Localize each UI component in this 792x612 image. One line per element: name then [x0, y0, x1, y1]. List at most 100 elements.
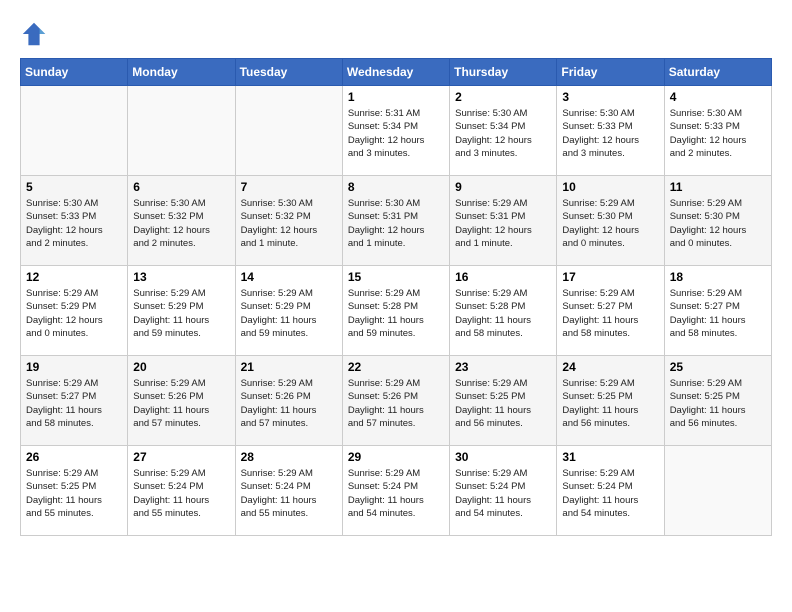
calendar-cell: 5 Sunrise: 5:30 AM Sunset: 5:33 PM Daylig…: [21, 176, 128, 266]
day-number: 22: [348, 360, 444, 374]
day-info: Sunrise: 5:29 AM Sunset: 5:25 PM Dayligh…: [26, 467, 122, 520]
day-number: 28: [241, 450, 337, 464]
day-info: Sunrise: 5:30 AM Sunset: 5:33 PM Dayligh…: [670, 107, 766, 160]
calendar-cell: 7 Sunrise: 5:30 AM Sunset: 5:32 PM Daylig…: [235, 176, 342, 266]
calendar-cell: [235, 86, 342, 176]
day-info: Sunrise: 5:29 AM Sunset: 5:25 PM Dayligh…: [670, 377, 766, 430]
calendar-cell: [21, 86, 128, 176]
day-info: Sunrise: 5:29 AM Sunset: 5:28 PM Dayligh…: [348, 287, 444, 340]
calendar-cell: 13 Sunrise: 5:29 AM Sunset: 5:29 PM Dayli…: [128, 266, 235, 356]
day-number: 8: [348, 180, 444, 194]
week-row-4: 19 Sunrise: 5:29 AM Sunset: 5:27 PM Dayli…: [21, 356, 772, 446]
calendar-table: SundayMondayTuesdayWednesdayThursdayFrid…: [20, 58, 772, 536]
calendar-cell: 19 Sunrise: 5:29 AM Sunset: 5:27 PM Dayli…: [21, 356, 128, 446]
day-number: 20: [133, 360, 229, 374]
day-number: 10: [562, 180, 658, 194]
calendar-cell: 15Sunrise: 5:29 AM Sunset: 5:28 PM Dayli…: [342, 266, 449, 356]
day-number: 17: [562, 270, 658, 284]
day-info: Sunrise: 5:29 AM Sunset: 5:30 PM Dayligh…: [562, 197, 658, 250]
day-info: Sunrise: 5:29 AM Sunset: 5:27 PM Dayligh…: [670, 287, 766, 340]
day-number: 19: [26, 360, 122, 374]
day-info: Sunrise: 5:30 AM Sunset: 5:33 PM Dayligh…: [562, 107, 658, 160]
weekday-header-wednesday: Wednesday: [342, 59, 449, 86]
day-number: 9: [455, 180, 551, 194]
day-number: 11: [670, 180, 766, 194]
calendar-cell: 1 Sunrise: 5:31 AM Sunset: 5:34 PM Daylig…: [342, 86, 449, 176]
calendar-cell: 31 Sunrise: 5:29 AM Sunset: 5:24 PM Dayli…: [557, 446, 664, 536]
day-info: Sunrise: 5:30 AM Sunset: 5:31 PM Dayligh…: [348, 197, 444, 250]
weekday-header-tuesday: Tuesday: [235, 59, 342, 86]
day-info: Sunrise: 5:29 AM Sunset: 5:25 PM Dayligh…: [455, 377, 551, 430]
weekday-header-friday: Friday: [557, 59, 664, 86]
day-info: Sunrise: 5:29 AM Sunset: 5:24 PM Dayligh…: [348, 467, 444, 520]
calendar-cell: 4 Sunrise: 5:30 AM Sunset: 5:33 PM Daylig…: [664, 86, 771, 176]
day-number: 4: [670, 90, 766, 104]
day-info: Sunrise: 5:29 AM Sunset: 5:24 PM Dayligh…: [455, 467, 551, 520]
calendar-cell: 3Sunrise: 5:30 AM Sunset: 5:33 PM Daylig…: [557, 86, 664, 176]
day-info: Sunrise: 5:29 AM Sunset: 5:29 PM Dayligh…: [241, 287, 337, 340]
day-number: 7: [241, 180, 337, 194]
day-info: Sunrise: 5:29 AM Sunset: 5:31 PM Dayligh…: [455, 197, 551, 250]
calendar-cell: 30 Sunrise: 5:29 AM Sunset: 5:24 PM Dayli…: [450, 446, 557, 536]
calendar-cell: 16Sunrise: 5:29 AM Sunset: 5:28 PM Dayli…: [450, 266, 557, 356]
day-number: 12: [26, 270, 122, 284]
day-number: 21: [241, 360, 337, 374]
day-info: Sunrise: 5:29 AM Sunset: 5:28 PM Dayligh…: [455, 287, 551, 340]
calendar-cell: 27 Sunrise: 5:29 AM Sunset: 5:24 PM Dayli…: [128, 446, 235, 536]
logo: [20, 20, 52, 48]
day-number: 27: [133, 450, 229, 464]
calendar-cell: 9 Sunrise: 5:29 AM Sunset: 5:31 PM Daylig…: [450, 176, 557, 266]
week-row-3: 12 Sunrise: 5:29 AM Sunset: 5:29 PM Dayli…: [21, 266, 772, 356]
day-info: Sunrise: 5:29 AM Sunset: 5:26 PM Dayligh…: [241, 377, 337, 430]
day-number: 14: [241, 270, 337, 284]
day-info: Sunrise: 5:29 AM Sunset: 5:24 PM Dayligh…: [133, 467, 229, 520]
weekday-header-saturday: Saturday: [664, 59, 771, 86]
day-info: Sunrise: 5:29 AM Sunset: 5:29 PM Dayligh…: [26, 287, 122, 340]
day-info: Sunrise: 5:30 AM Sunset: 5:32 PM Dayligh…: [241, 197, 337, 250]
day-number: 1: [348, 90, 444, 104]
calendar-cell: 8 Sunrise: 5:30 AM Sunset: 5:31 PM Daylig…: [342, 176, 449, 266]
calendar-cell: 26 Sunrise: 5:29 AM Sunset: 5:25 PM Dayli…: [21, 446, 128, 536]
day-info: Sunrise: 5:29 AM Sunset: 5:24 PM Dayligh…: [241, 467, 337, 520]
day-info: Sunrise: 5:29 AM Sunset: 5:27 PM Dayligh…: [562, 287, 658, 340]
day-number: 5: [26, 180, 122, 194]
weekday-header-monday: Monday: [128, 59, 235, 86]
day-number: 2: [455, 90, 551, 104]
calendar-cell: 14 Sunrise: 5:29 AM Sunset: 5:29 PM Dayli…: [235, 266, 342, 356]
calendar-cell: 28 Sunrise: 5:29 AM Sunset: 5:24 PM Dayli…: [235, 446, 342, 536]
day-info: Sunrise: 5:30 AM Sunset: 5:34 PM Dayligh…: [455, 107, 551, 160]
day-info: Sunrise: 5:31 AM Sunset: 5:34 PM Dayligh…: [348, 107, 444, 160]
day-number: 23: [455, 360, 551, 374]
day-number: 31: [562, 450, 658, 464]
day-number: 24: [562, 360, 658, 374]
calendar-cell: 6Sunrise: 5:30 AM Sunset: 5:32 PM Daylig…: [128, 176, 235, 266]
calendar-cell: 11 Sunrise: 5:29 AM Sunset: 5:30 PM Dayli…: [664, 176, 771, 266]
weekday-header-sunday: Sunday: [21, 59, 128, 86]
day-info: Sunrise: 5:29 AM Sunset: 5:29 PM Dayligh…: [133, 287, 229, 340]
day-info: Sunrise: 5:30 AM Sunset: 5:32 PM Dayligh…: [133, 197, 229, 250]
weekday-header-thursday: Thursday: [450, 59, 557, 86]
calendar-cell: [664, 446, 771, 536]
calendar-cell: 25 Sunrise: 5:29 AM Sunset: 5:25 PM Dayli…: [664, 356, 771, 446]
calendar-cell: 21 Sunrise: 5:29 AM Sunset: 5:26 PM Dayli…: [235, 356, 342, 446]
day-info: Sunrise: 5:29 AM Sunset: 5:30 PM Dayligh…: [670, 197, 766, 250]
day-info: Sunrise: 5:29 AM Sunset: 5:24 PM Dayligh…: [562, 467, 658, 520]
day-number: 30: [455, 450, 551, 464]
day-number: 18: [670, 270, 766, 284]
day-info: Sunrise: 5:29 AM Sunset: 5:27 PM Dayligh…: [26, 377, 122, 430]
week-row-5: 26 Sunrise: 5:29 AM Sunset: 5:25 PM Dayli…: [21, 446, 772, 536]
day-number: 29: [348, 450, 444, 464]
calendar-cell: 18 Sunrise: 5:29 AM Sunset: 5:27 PM Dayli…: [664, 266, 771, 356]
calendar-cell: 23 Sunrise: 5:29 AM Sunset: 5:25 PM Dayli…: [450, 356, 557, 446]
day-info: Sunrise: 5:30 AM Sunset: 5:33 PM Dayligh…: [26, 197, 122, 250]
day-number: 13: [133, 270, 229, 284]
weekday-header-row: SundayMondayTuesdayWednesdayThursdayFrid…: [21, 59, 772, 86]
day-info: Sunrise: 5:29 AM Sunset: 5:26 PM Dayligh…: [348, 377, 444, 430]
calendar-cell: 2 Sunrise: 5:30 AM Sunset: 5:34 PM Daylig…: [450, 86, 557, 176]
week-row-1: 1 Sunrise: 5:31 AM Sunset: 5:34 PM Daylig…: [21, 86, 772, 176]
calendar-cell: 10 Sunrise: 5:29 AM Sunset: 5:30 PM Dayli…: [557, 176, 664, 266]
calendar-cell: 17 Sunrise: 5:29 AM Sunset: 5:27 PM Dayli…: [557, 266, 664, 356]
day-number: 26: [26, 450, 122, 464]
day-number: 25: [670, 360, 766, 374]
calendar-cell: 29 Sunrise: 5:29 AM Sunset: 5:24 PM Dayli…: [342, 446, 449, 536]
